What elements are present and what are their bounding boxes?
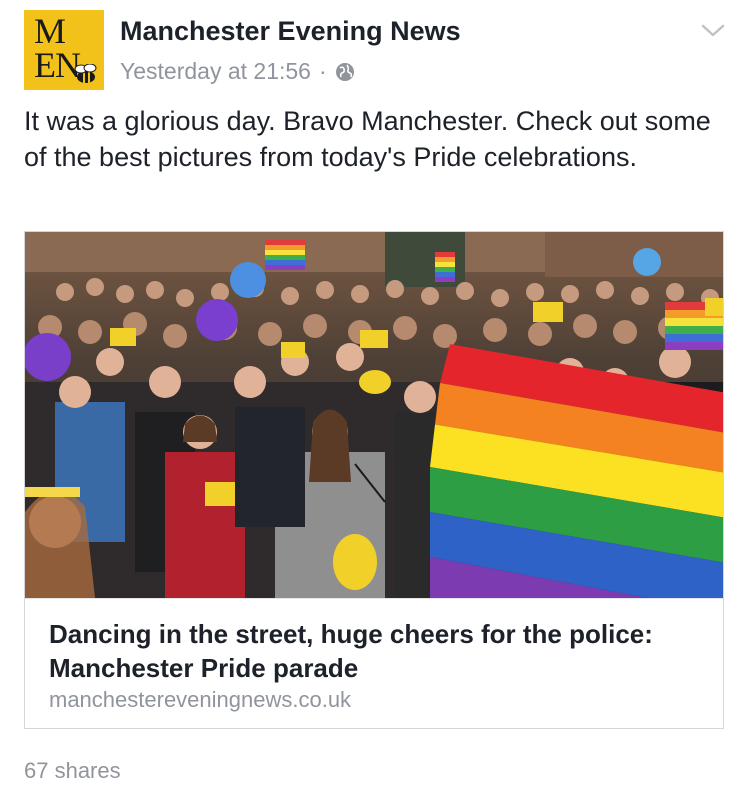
shares-count[interactable]: 67 shares	[24, 758, 121, 784]
chevron-down-icon[interactable]	[700, 20, 726, 40]
post: M EN Manchester Evening News Yesterday a…	[0, 0, 750, 809]
post-meta: Yesterday at 21:56 ·	[120, 58, 355, 85]
bee-icon	[74, 64, 97, 83]
post-text: It was a glorious day. Bravo Manchester.…	[24, 106, 711, 172]
link-preview-image[interactable]	[25, 232, 723, 598]
link-title[interactable]: Dancing in the street, huge cheers for t…	[49, 617, 689, 685]
link-domain: manchestereveningnews.co.uk	[49, 687, 352, 712]
pride-parade-photo	[25, 232, 723, 598]
post-timestamp[interactable]: Yesterday at 21:56	[120, 58, 311, 85]
page-name[interactable]: Manchester Evening News	[120, 16, 461, 47]
meta-separator: ·	[318, 58, 327, 84]
link-preview-body[interactable]: Dancing in the street, huge cheers for t…	[25, 598, 723, 728]
link-preview-card[interactable]: Dancing in the street, huge cheers for t…	[24, 231, 724, 729]
logo-line-1: M	[34, 11, 66, 51]
page-avatar[interactable]: M EN	[24, 10, 104, 90]
post-header: M EN Manchester Evening News Yesterday a…	[24, 10, 726, 90]
globe-icon	[335, 62, 354, 81]
